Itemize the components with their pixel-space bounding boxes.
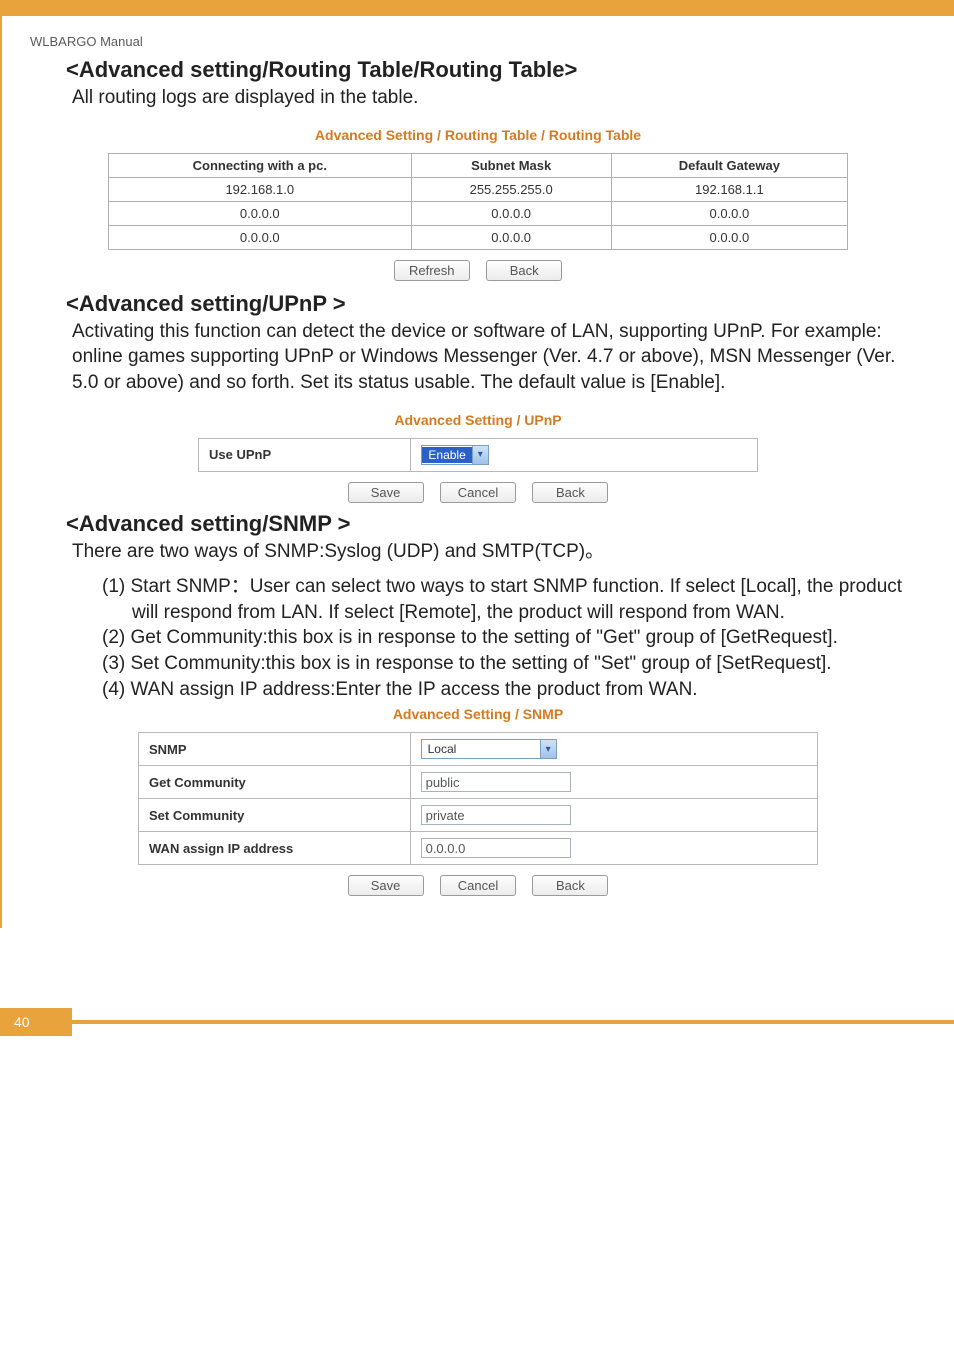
snmp-row-label: WAN assign IP address <box>139 832 411 865</box>
chevron-down-icon: ▾ <box>472 446 488 464</box>
manual-label: WLBARGO Manual <box>30 34 926 49</box>
routing-table-wrap: Connecting with a pc. Subnet Mask Defaul… <box>108 153 848 281</box>
routing-row: 192.168.1.0 255.255.255.0 192.168.1.1 <box>109 177 848 201</box>
upnp-table: Use UPnP Enable ▾ <box>198 438 758 472</box>
upnp-heading: <Advanced setting/UPnP > <box>66 291 926 317</box>
snmp-row-label: Get Community <box>139 766 411 799</box>
footer-accent-bar <box>72 1020 954 1024</box>
snmp-row-label: Set Community <box>139 799 411 832</box>
snmp-desc: There are two ways of SNMP:Syslog (UDP) … <box>72 539 926 565</box>
upnp-value-cell: Enable ▾ <box>411 438 758 471</box>
refresh-button[interactable]: Refresh <box>394 260 470 281</box>
upnp-desc: Activating this function can detect the … <box>72 319 926 396</box>
routing-buttons: Refresh Back <box>108 260 848 281</box>
routing-cell: 0.0.0.0 <box>411 201 611 225</box>
routing-cell: 0.0.0.0 <box>109 225 412 249</box>
back-button[interactable]: Back <box>486 260 562 281</box>
snmp-row-value <box>410 799 817 832</box>
routing-breadcrumb: Advanced Setting / Routing Table / Routi… <box>30 127 926 143</box>
routing-heading: <Advanced setting/Routing Table/Routing … <box>66 57 926 83</box>
upnp-label: Use UPnP <box>199 438 411 471</box>
upnp-buttons: Save Cancel Back <box>198 482 758 503</box>
upnp-select[interactable]: Enable ▾ <box>421 445 488 465</box>
snmp-table: SNMP Local ▾ Get Community Set Community <box>138 732 818 865</box>
routing-header-row: Connecting with a pc. Subnet Mask Defaul… <box>109 153 848 177</box>
routing-th-2: Default Gateway <box>611 153 847 177</box>
upnp-select-value: Enable <box>422 447 471 463</box>
upnp-table-wrap: Use UPnP Enable ▾ Save Cancel Back <box>198 438 758 503</box>
top-accent-bar <box>0 0 954 16</box>
cancel-button[interactable]: Cancel <box>440 875 516 896</box>
set-community-input[interactable] <box>421 805 571 825</box>
upnp-row: Use UPnP Enable ▾ <box>199 438 758 471</box>
snmp-row-value <box>410 766 817 799</box>
routing-row: 0.0.0.0 0.0.0.0 0.0.0.0 <box>109 225 848 249</box>
page-footer: 40 <box>0 1008 954 1036</box>
routing-cell: 192.168.1.1 <box>611 177 847 201</box>
routing-table: Connecting with a pc. Subnet Mask Defaul… <box>108 153 848 250</box>
snmp-row: Set Community <box>139 799 818 832</box>
upnp-breadcrumb: Advanced Setting / UPnP <box>30 412 926 428</box>
page-number: 40 <box>0 1008 72 1036</box>
routing-cell: 192.168.1.0 <box>109 177 412 201</box>
snmp-item-3: (3) Set Community:this box is in respons… <box>102 651 926 677</box>
snmp-row: SNMP Local ▾ <box>139 733 818 766</box>
snmp-row: Get Community <box>139 766 818 799</box>
snmp-heading: <Advanced setting/SNMP > <box>66 511 926 537</box>
save-button[interactable]: Save <box>348 482 424 503</box>
snmp-breadcrumb: Advanced Setting / SNMP <box>30 706 926 722</box>
snmp-row-label: SNMP <box>139 733 411 766</box>
snmp-item-1: (1) Start SNMP：User can select two ways … <box>102 574 926 625</box>
save-button[interactable]: Save <box>348 875 424 896</box>
snmp-buttons: Save Cancel Back <box>138 875 818 896</box>
routing-desc: All routing logs are displayed in the ta… <box>72 85 926 111</box>
wan-ip-input[interactable] <box>421 838 571 858</box>
snmp-select-value: Local <box>422 741 463 757</box>
snmp-item-2: (2) Get Community:this box is in respons… <box>102 625 926 651</box>
snmp-table-wrap: SNMP Local ▾ Get Community Set Community <box>138 732 818 896</box>
page-content: WLBARGO Manual <Advanced setting/Routing… <box>0 16 954 928</box>
routing-cell: 0.0.0.0 <box>611 225 847 249</box>
cancel-button[interactable]: Cancel <box>440 482 516 503</box>
routing-th-0: Connecting with a pc. <box>109 153 412 177</box>
routing-cell: 0.0.0.0 <box>411 225 611 249</box>
routing-cell: 0.0.0.0 <box>611 201 847 225</box>
routing-cell: 255.255.255.0 <box>411 177 611 201</box>
back-button[interactable]: Back <box>532 482 608 503</box>
back-button[interactable]: Back <box>532 875 608 896</box>
snmp-item-4: (4) WAN assign IP address:Enter the IP a… <box>102 677 926 703</box>
chevron-down-icon: ▾ <box>540 740 556 758</box>
snmp-row-value <box>410 832 817 865</box>
routing-row: 0.0.0.0 0.0.0.0 0.0.0.0 <box>109 201 848 225</box>
snmp-row: WAN assign IP address <box>139 832 818 865</box>
snmp-select[interactable]: Local ▾ <box>421 739 557 759</box>
routing-cell: 0.0.0.0 <box>109 201 412 225</box>
snmp-list: (1) Start SNMP：User can select two ways … <box>30 574 926 702</box>
snmp-row-value: Local ▾ <box>410 733 817 766</box>
routing-th-1: Subnet Mask <box>411 153 611 177</box>
get-community-input[interactable] <box>421 772 571 792</box>
